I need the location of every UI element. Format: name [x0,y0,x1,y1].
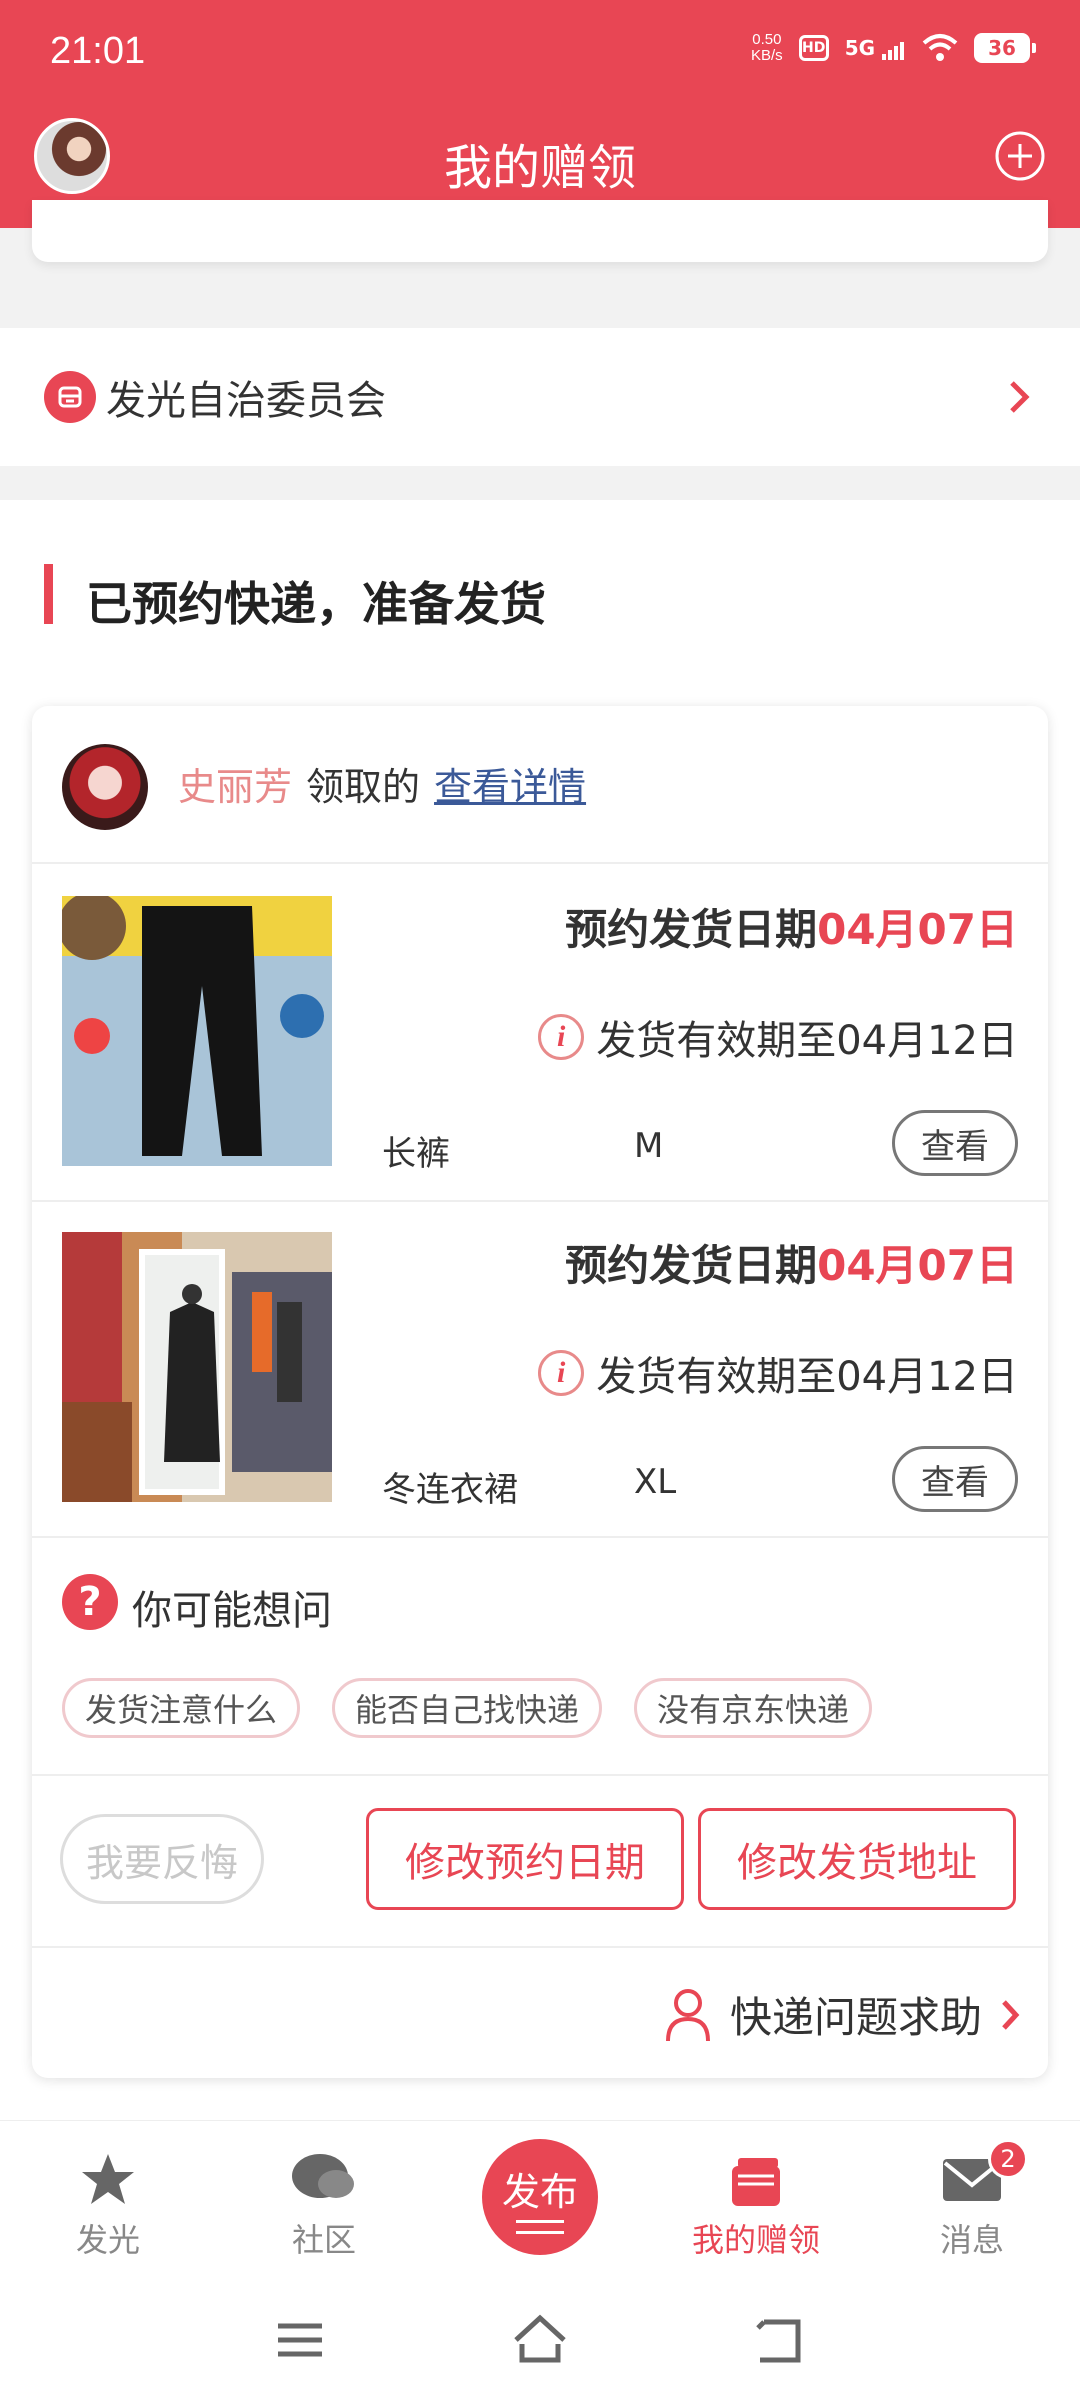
item-row: 预约发货日期04月07日 i 发货有效期至04月12日 长裤 M 查看 [32,866,1048,1202]
chat-icon [292,2154,354,2198]
committee-label: 发光自治委员会 [106,378,386,424]
item-size: M [634,1126,664,1166]
menu-icon[interactable] [270,2310,330,2370]
back-icon[interactable] [750,2310,810,2370]
net-speed: 0.50 KB/s [751,31,783,64]
bottom-nav: 发光 社区 发布 我的赠领 2 消息 [0,2120,1080,2280]
faq-chip[interactable]: 发货注意什么 [62,1678,301,1738]
add-icon[interactable] [994,130,1046,182]
publish-icon [516,2219,564,2234]
giver-name[interactable]: 史丽芳 [178,765,292,809]
giver-avatar[interactable] [62,744,148,830]
question-icon: ? [62,1574,118,1630]
status-bar: 21:01 0.50 KB/s HD 5G 36 [0,0,1080,100]
info-icon: i [538,1350,585,1396]
system-nav-bar [0,2280,1080,2400]
ship-date: 预约发货日期04月07日 [565,1241,1018,1290]
nav-item-community[interactable]: 社区 [244,2145,404,2261]
change-date-button[interactable]: 修改预约日期 [366,1808,684,1910]
giver-action: 领取的 [306,765,421,809]
publish-button[interactable]: 发布 [482,2139,598,2255]
shipping-help-link[interactable]: 快递问题求助 [664,1984,1022,2045]
ship-validity: i 发货有效期至04月12日 [538,1008,1018,1066]
view-detail-link[interactable]: 查看详情 [434,765,586,809]
faq-title: 你可能想问 [132,1588,332,1634]
giver-line: 史丽芳 领取的 查看详情 [178,756,586,811]
item-row: 预约发货日期04月07日 i 发货有效期至04月12日 冬连衣裙 XL 查看 [32,1202,1048,1538]
faq-chip[interactable]: 没有京东快递 [634,1678,873,1738]
section-title-bar [44,564,53,624]
ship-date: 预约发货日期04月07日 [565,905,1018,954]
info-icon: i [538,1014,585,1060]
hd-icon: HD [798,35,829,61]
view-item-button[interactable]: 查看 [892,1446,1018,1512]
section-title: 已预约快递，准备发货 [86,577,546,631]
order-card: 史丽芳 领取的 查看详情 预约发货日期04月07日 i 发货有效期至04月12日 长裤… [32,706,1048,2078]
view-item-button[interactable]: 查看 [892,1110,1018,1176]
nav-item-messages[interactable]: 2 消息 [892,2139,1052,2261]
message-badge: 2 [988,2139,1028,2179]
chevron-right-icon [1010,381,1030,413]
help-row: 快递问题求助 [32,1950,1048,2078]
app-header: 21:01 0.50 KB/s HD 5G 36 我的赠领 [0,0,1080,228]
previous-card-bottom [32,200,1048,262]
nav-item-my-gifts[interactable]: 我的赠领 [676,2145,836,2261]
status-time: 21:01 [50,30,146,72]
ship-validity: i 发货有效期至04月12日 [538,1344,1018,1402]
pending-shipment-section: 已预约快递，准备发货 史丽芳 领取的 查看详情 预约发货日期04月07日 i 发货有效… [0,500,1080,2120]
page-title: 我的赠领 [443,140,636,196]
change-address-button[interactable]: 修改发货地址 [698,1808,1016,1910]
item-name: 长裤 [382,1134,450,1174]
faq-section: ? 你可能想问 发货注意什么 能否自己找快递 没有京东快递 [32,1536,1048,1776]
home-icon[interactable] [510,2310,570,2370]
status-icons: 0.50 KB/s HD 5G 36 [751,31,1036,64]
item-size: XL [634,1462,677,1502]
signal-5g-icon: 5G [845,36,906,60]
committee-icon [44,371,96,423]
gift-box-icon [732,2158,780,2206]
chevron-right-icon [1002,1999,1020,2030]
star-icon [82,2154,134,2204]
committee-row[interactable]: 发光自治委员会 [0,328,1080,466]
faq-chips: 发货注意什么 能否自己找快递 没有京东快递 [62,1678,873,1738]
item-photo-pants[interactable] [62,896,332,1166]
battery-icon: 36 [974,33,1036,63]
person-icon [665,1988,710,2041]
item-photo-dress[interactable] [62,1232,332,1502]
giver-row: 史丽芳 领取的 查看详情 [32,706,1048,864]
nav-item-faguang[interactable]: 发光 [28,2145,188,2261]
regret-button[interactable]: 我要反悔 [60,1814,264,1904]
faq-chip[interactable]: 能否自己找快递 [332,1678,603,1738]
item-name: 冬连衣裙 [382,1470,518,1510]
wifi-icon [922,34,958,61]
order-actions: 我要反悔 修改预约日期 修改发货地址 [32,1778,1048,1948]
